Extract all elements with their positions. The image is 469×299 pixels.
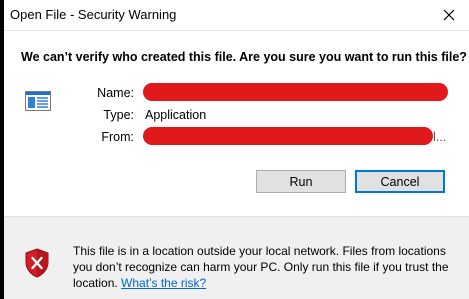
type-label: Type:	[103, 108, 134, 122]
warning-message: This file is in a location outside your …	[73, 243, 458, 291]
name-label: Name:	[97, 86, 134, 100]
from-label: From:	[101, 130, 134, 144]
whats-the-risk-link[interactable]: What’s the risk?	[121, 276, 206, 290]
shield-error-icon	[25, 248, 49, 278]
window-title: Open File - Security Warning	[10, 7, 177, 22]
dialog-headline: We can’t verify who created this file. A…	[21, 50, 467, 64]
dialog-body: We can’t verify who created this file. A…	[4, 31, 469, 216]
close-icon	[443, 9, 455, 21]
security-warning-dialog: Open File - Security Warning We can’t ve…	[4, 0, 469, 299]
from-value-end: l...	[433, 130, 447, 144]
run-button[interactable]: Run	[256, 170, 346, 193]
type-value: Application	[145, 108, 207, 122]
divider	[4, 216, 469, 217]
cancel-button[interactable]: Cancel	[355, 170, 445, 193]
title-bar: Open File - Security Warning	[4, 0, 469, 31]
name-redaction	[143, 83, 448, 101]
from-redaction	[143, 127, 433, 145]
close-button[interactable]	[429, 0, 469, 30]
